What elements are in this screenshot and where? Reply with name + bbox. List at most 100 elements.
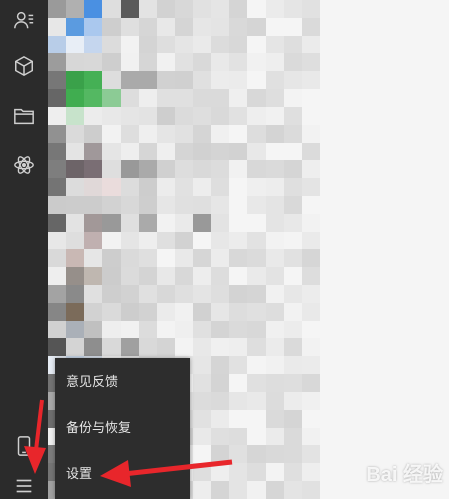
mosaic-tile: [102, 89, 121, 107]
mosaic-tile: [138, 302, 157, 321]
mosaic-tile: [301, 463, 320, 481]
watermark: Bai 经验: [366, 464, 443, 486]
mosaic-tile: [211, 409, 230, 428]
mosaic-tile: [138, 320, 157, 339]
mosaic-tile: [120, 0, 139, 18]
mosaic-tile: [265, 338, 284, 357]
mosaic-tile: [211, 427, 230, 446]
mosaic-tile: [301, 285, 320, 303]
mosaic-tile: [283, 231, 302, 250]
mosaic-tile: [247, 178, 266, 196]
mosaic-tile: [211, 302, 230, 321]
mosaic-tile: [265, 302, 284, 321]
mosaic-tile: [120, 231, 139, 250]
hamburger-menu-icon[interactable]: [12, 474, 36, 498]
folder-icon[interactable]: [12, 104, 36, 128]
mosaic-tile: [102, 71, 121, 90]
mosaic-tile: [193, 463, 212, 481]
menu-item-settings[interactable]: 设置: [55, 455, 190, 495]
cube-icon[interactable]: [12, 54, 36, 78]
mosaic-tile: [156, 213, 175, 232]
popup-menu: 意见反馈 备份与恢复 设置: [55, 358, 190, 499]
mosaic-tile: [229, 320, 248, 339]
mosaic-tile: [211, 53, 230, 72]
mosaic-tile: [229, 338, 248, 357]
mosaic-tile: [247, 231, 266, 250]
mosaic-tile: [265, 249, 284, 268]
contacts-icon[interactable]: [12, 8, 36, 32]
phone-icon[interactable]: [12, 434, 36, 458]
menu-item-backup-restore[interactable]: 备份与恢复: [55, 409, 190, 449]
mosaic-tile: [247, 106, 266, 125]
mosaic-tile: [283, 124, 302, 143]
mosaic-tile: [138, 35, 157, 54]
mosaic-tile: [301, 409, 320, 428]
mosaic-tile: [193, 480, 212, 499]
mosaic-tile: [66, 285, 85, 303]
mosaic-tile: [156, 338, 175, 357]
mosaic-tile: [48, 0, 67, 18]
mosaic-tile: [229, 142, 248, 161]
mosaic-tile: [120, 35, 139, 54]
mosaic-tile: [193, 409, 212, 428]
mosaic-tile: [102, 0, 121, 18]
mosaic-tile: [120, 213, 139, 232]
mosaic-tile: [66, 302, 85, 321]
menu-item-feedback[interactable]: 意见反馈: [55, 363, 190, 403]
mosaic-tile: [138, 178, 157, 196]
mosaic-tile: [120, 249, 139, 268]
mosaic-tile: [66, 320, 85, 339]
mosaic-tile: [193, 231, 212, 250]
mosaic-tile: [84, 53, 103, 72]
mosaic-tile: [211, 231, 230, 250]
mosaic-tile: [193, 178, 212, 196]
mosaic-tile: [301, 480, 320, 499]
mosaic-tile: [301, 231, 320, 250]
mosaic-tile: [138, 142, 157, 161]
mosaic-tile: [247, 35, 266, 54]
mosaic-tile: [301, 320, 320, 339]
mosaic-tile: [229, 89, 248, 107]
mosaic-tile: [84, 213, 103, 232]
mosaic-tile: [138, 231, 157, 250]
mosaic-tile: [301, 35, 320, 54]
mosaic-tile: [120, 178, 139, 196]
mosaic-tile: [156, 267, 175, 285]
mosaic-tile: [156, 302, 175, 321]
mosaic-tile: [138, 160, 157, 179]
mosaic-tile: [84, 17, 103, 36]
mosaic-tile: [193, 374, 212, 392]
mosaic-tile: [174, 285, 193, 303]
sidebar: [0, 0, 48, 499]
mosaic-tile: [229, 285, 248, 303]
mosaic-tile: [229, 302, 248, 321]
mosaic-tile: [84, 0, 103, 18]
atom-icon[interactable]: [12, 153, 36, 177]
mosaic-tile: [283, 195, 302, 214]
mosaic-tile: [265, 231, 284, 250]
mosaic-tile: [66, 160, 85, 179]
mosaic-tile: [156, 160, 175, 179]
mosaic-tile: [156, 17, 175, 36]
mosaic-tile: [174, 53, 193, 72]
mosaic-tile: [48, 124, 67, 143]
mosaic-tile: [265, 0, 284, 18]
mosaic-tile: [283, 409, 302, 428]
mosaic-tile: [174, 302, 193, 321]
mosaic-tile: [48, 35, 67, 54]
mosaic-tile: [211, 356, 230, 375]
mosaic-tile: [193, 35, 212, 54]
mosaic-tile: [174, 213, 193, 232]
mosaic-tile: [84, 338, 103, 357]
mosaic-tile: [229, 445, 248, 464]
mosaic-tile: [66, 249, 85, 268]
mosaic-tile: [247, 71, 266, 90]
mosaic-tile: [138, 195, 157, 214]
mosaic-tile: [84, 71, 103, 90]
mosaic-tile: [283, 445, 302, 464]
mosaic-tile: [193, 142, 212, 161]
mosaic-tile: [265, 409, 284, 428]
mosaic-tile: [301, 160, 320, 179]
mosaic-tile: [48, 267, 67, 285]
mosaic-tile: [48, 106, 67, 125]
